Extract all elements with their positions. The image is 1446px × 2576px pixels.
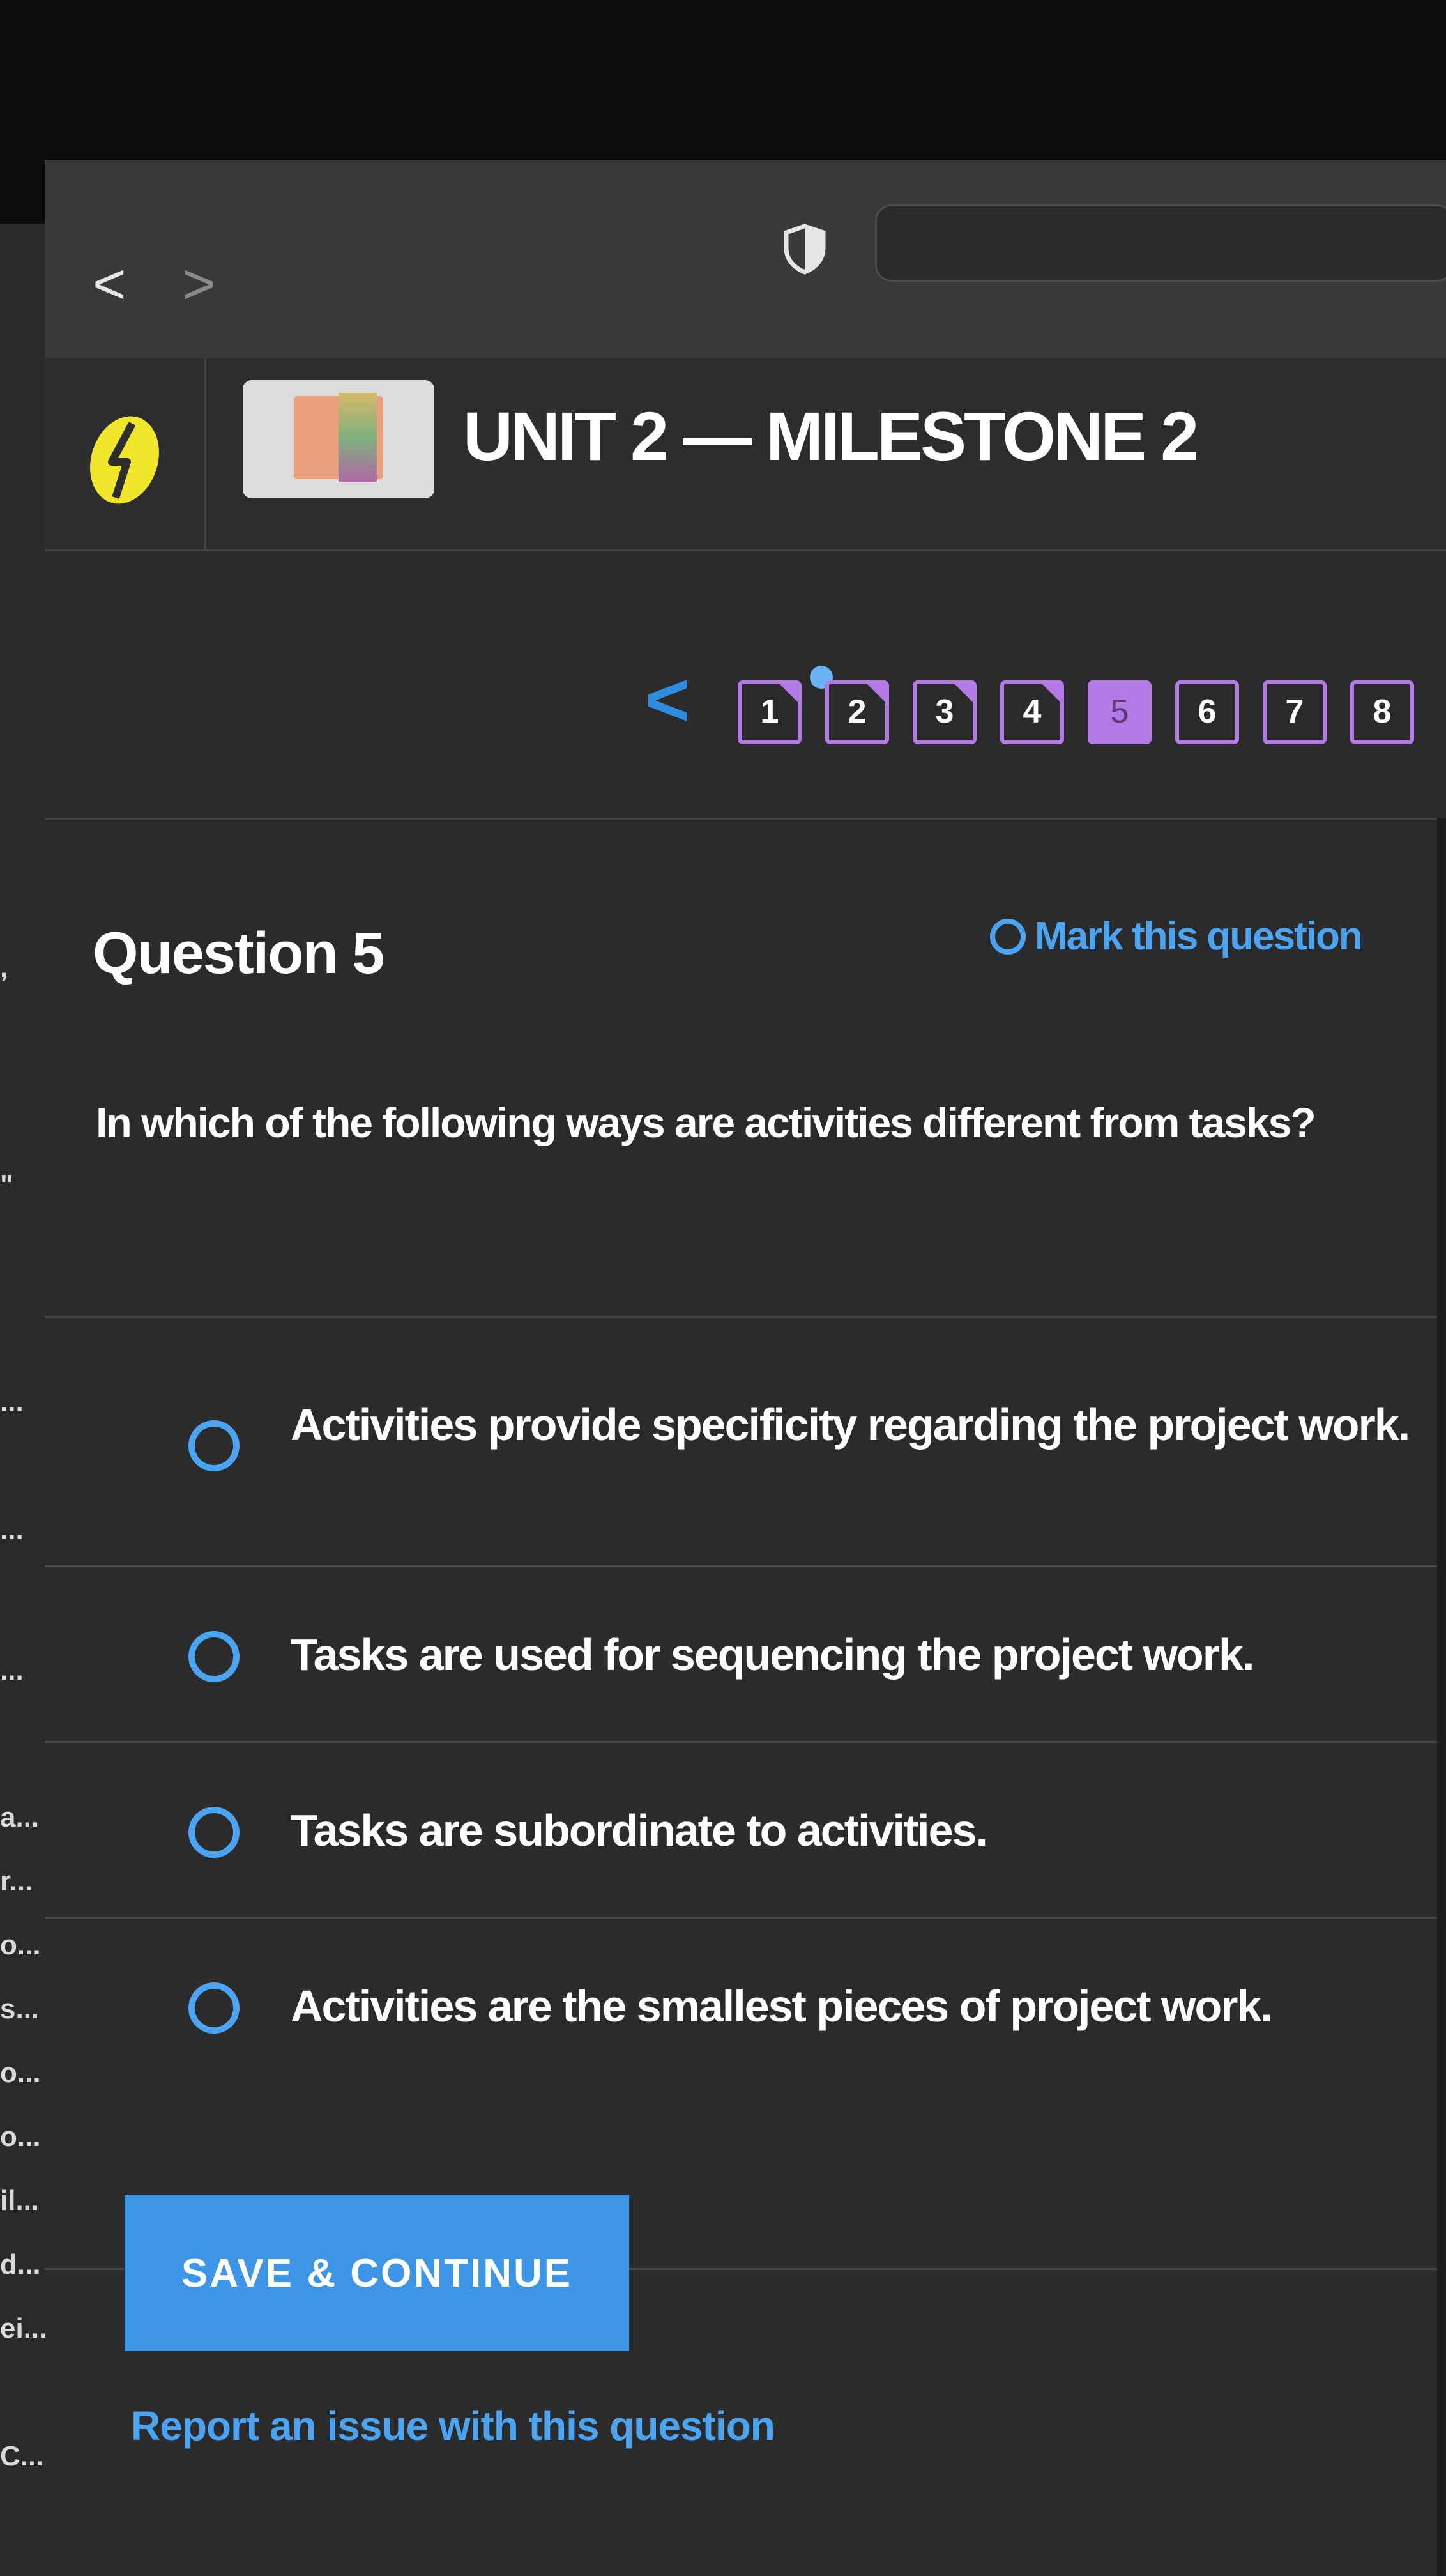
background-window-sidebar: , " ... ... ... a... r... o... s... o...… <box>0 224 47 2576</box>
question-title: Question 5 <box>93 921 384 986</box>
previous-question-button[interactable]: < <box>645 661 690 738</box>
question-nav-label: 7 <box>1285 693 1304 730</box>
question-navigator: < 1 2 3 4 5 6 7 8 <box>45 358 1446 744</box>
answer-option-1[interactable]: Activities provide specificity regarding… <box>45 1316 1446 1565</box>
radio-button[interactable] <box>188 1420 240 1471</box>
sidebar-fragment: o... <box>0 1929 41 1961</box>
question-nav-item-7[interactable]: 7 <box>1263 680 1327 744</box>
radio-button[interactable] <box>188 1982 240 2034</box>
sidebar-fragment: ... <box>0 1386 24 1418</box>
address-bar[interactable] <box>875 204 1446 282</box>
forward-button[interactable]: > <box>182 256 216 313</box>
radio-button[interactable] <box>188 1807 240 1858</box>
sidebar-fragment: il... <box>0 2185 40 2216</box>
question-nav-label: 1 <box>760 693 779 730</box>
question-nav-item-1[interactable]: 1 <box>738 680 802 744</box>
answer-list: Activities provide specificity regarding… <box>45 1316 1446 2092</box>
report-issue-link[interactable]: Report an issue with this question <box>131 2402 775 2450</box>
back-button[interactable]: < <box>93 256 126 313</box>
sidebar-fragment: a... <box>0 1802 40 1833</box>
sidebar-fragment: , <box>0 952 8 983</box>
answered-corner-marker <box>1042 684 1060 702</box>
answer-label: Tasks are used for sequencing the projec… <box>291 1630 1254 1680</box>
shield-icon[interactable] <box>782 224 827 275</box>
question-nav-item-2[interactable]: 2 <box>825 680 889 744</box>
sidebar-fragment: r... <box>0 1866 33 1897</box>
browser-toolbar: < > <box>45 160 1446 358</box>
mark-question-toggle[interactable]: Mark this question <box>990 914 1363 959</box>
answered-corner-marker <box>867 684 885 702</box>
question-nav-item-8[interactable]: 8 <box>1350 680 1414 744</box>
browser-window: < > UNIT 2 — MILESTONE 2 < 1 2 3 4 5 6 7… <box>45 160 1446 2576</box>
sidebar-fragment: d... <box>0 2249 41 2280</box>
answer-label: Tasks are subordinate to activities. <box>291 1805 988 1855</box>
question-nav-label: 4 <box>1023 693 1042 730</box>
sidebar-fragment: ... <box>0 1514 24 1545</box>
answer-option-4[interactable]: Activities are the smallest pieces of pr… <box>45 1917 1446 2092</box>
question-nav-label: 8 <box>1373 693 1392 730</box>
question-nav-label: 2 <box>848 693 867 730</box>
circle-outline-icon <box>990 918 1026 954</box>
question-nav-item-5[interactable]: 5 <box>1088 680 1152 744</box>
scrollbar-track[interactable] <box>1437 818 1446 2576</box>
sidebar-fragment: o... <box>0 2121 41 2152</box>
sidebar-fragment: s... <box>0 1993 40 2025</box>
mark-question-label: Mark this question <box>1035 914 1363 958</box>
sidebar-fragment: C... <box>0 2441 44 2472</box>
answer-option-2[interactable]: Tasks are used for sequencing the projec… <box>45 1565 1446 1741</box>
question-nav-item-3[interactable]: 3 <box>913 680 977 744</box>
question-prompt: In which of the following ways are activ… <box>96 1099 1316 1146</box>
radio-button[interactable] <box>188 1631 240 1682</box>
sidebar-fragment: ei... <box>0 2313 47 2344</box>
save-continue-button[interactable]: SAVE & CONTINUE <box>125 2195 629 2351</box>
sidebar-fragment: ... <box>0 1655 24 1686</box>
quiz-app: UNIT 2 — MILESTONE 2 < 1 2 3 4 5 6 7 8 Q… <box>45 358 1446 2576</box>
answer-option-3[interactable]: Tasks are subordinate to activities. <box>45 1741 1446 1917</box>
answer-label: Activities are the smallest pieces of pr… <box>291 1981 1273 2031</box>
divider <box>45 818 1446 820</box>
question-nav-label: 6 <box>1198 693 1217 730</box>
answered-corner-marker <box>780 684 798 702</box>
question-nav-item-6[interactable]: 6 <box>1175 680 1239 744</box>
sidebar-fragment: " <box>0 1169 13 1200</box>
screen: , " ... ... ... a... r... o... s... o...… <box>0 0 1446 2576</box>
question-nav-label: 3 <box>935 693 954 730</box>
question-nav-label: 5 <box>1110 693 1129 730</box>
question-nav-item-4[interactable]: 4 <box>1000 680 1064 744</box>
answered-corner-marker <box>955 684 973 702</box>
answer-label: Activities provide specificity regarding… <box>291 1400 1410 1450</box>
sidebar-fragment: o... <box>0 2057 41 2089</box>
